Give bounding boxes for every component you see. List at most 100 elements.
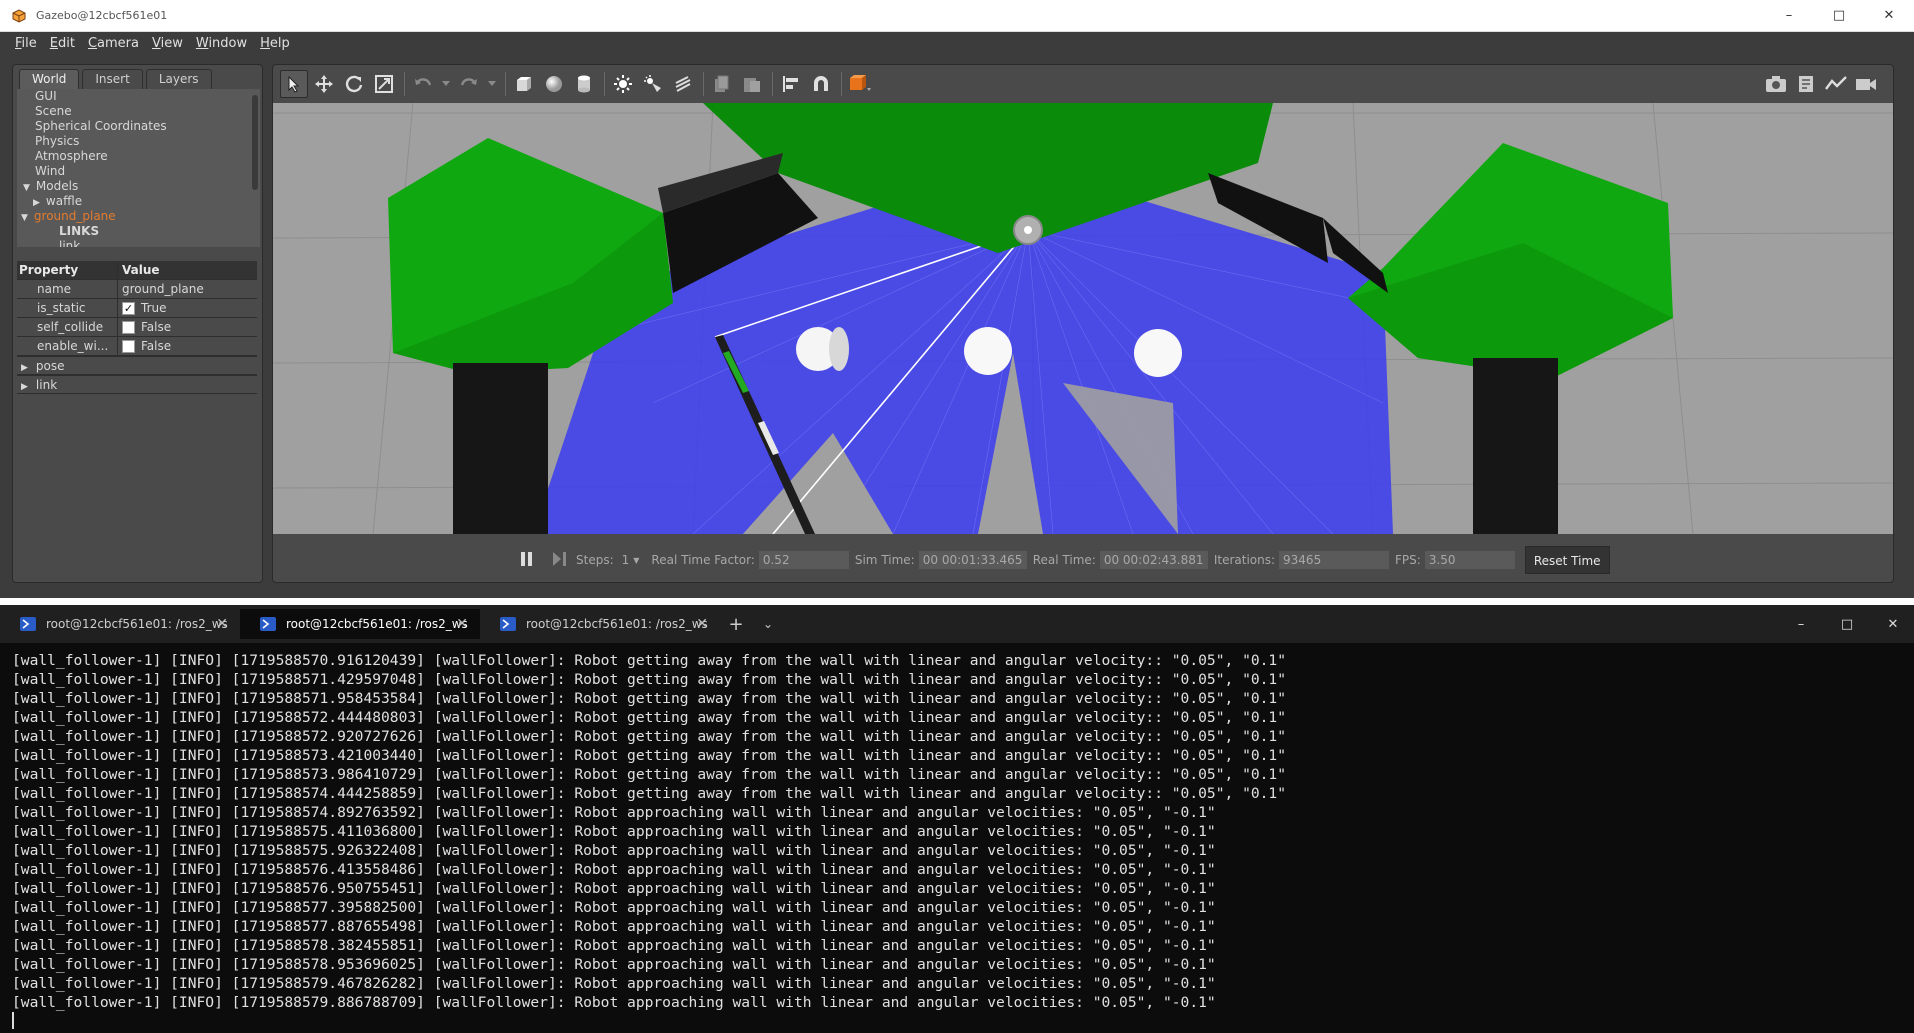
gazebo-app-icon [10, 7, 28, 25]
menu-help[interactable]: Help [255, 36, 298, 51]
close-tab-icon[interactable]: ✕ [216, 616, 228, 632]
terminal-minimize-button[interactable]: – [1778, 605, 1824, 643]
tree-item[interactable]: ▼ ground_plane [17, 209, 260, 224]
property-table: Property Value name ground_plane is_stat… [17, 260, 257, 394]
new-tab-button[interactable]: + [720, 614, 752, 635]
terminal-maximize-button[interactable]: □ [1824, 605, 1870, 643]
steps-dropdown-icon[interactable]: ▼ [633, 556, 639, 565]
tab-layers[interactable]: Layers [145, 69, 212, 89]
left-panel-tabs: World Insert Layers [19, 69, 215, 89]
expanded-arrow-icon[interactable]: ▼ [23, 183, 30, 193]
translate-mode-button[interactable] [310, 70, 338, 98]
group-label: pose [35, 358, 65, 373]
terminal-line: [wall_follower-1] [INFO] [1719588577.887… [12, 918, 1216, 935]
tree-item[interactable]: Scene [17, 104, 260, 119]
log-record-icon[interactable] [1792, 70, 1820, 98]
world-tree: GUI Scene Spherical Coordinates Physics Atmo… [17, 89, 260, 247]
tree-item[interactable]: GUI [17, 89, 260, 104]
tab-dropdown-icon[interactable]: ⌄ [752, 617, 784, 631]
tree-scrollbar[interactable] [252, 95, 258, 190]
toolbar-separator [505, 72, 506, 96]
is-static-checkbox[interactable]: ✓ [122, 301, 135, 315]
tree-item[interactable]: Atmosphere [17, 149, 260, 164]
align-icon[interactable] [777, 70, 805, 98]
plot-icon[interactable] [1822, 70, 1850, 98]
redo-button[interactable] [455, 70, 483, 98]
pause-button[interactable] [520, 551, 534, 570]
undo-history-icon[interactable] [439, 70, 453, 98]
menu-window[interactable]: Window [191, 36, 255, 51]
property-value[interactable]: ground_plane [117, 279, 257, 299]
terminal-line: [wall_follower-1] [INFO] [1719588576.950… [12, 880, 1216, 897]
tree-item-label: Models [35, 179, 79, 193]
toolbar-right-group [1762, 70, 1882, 98]
steps-spinner[interactable]: 1 [622, 553, 630, 567]
menu-camera[interactable]: Camera [83, 36, 147, 51]
property-value: False [117, 317, 257, 337]
redo-history-icon[interactable] [485, 70, 499, 98]
tree-item[interactable]: ▶ waffle [17, 194, 260, 209]
checkbox-label: True [141, 300, 167, 315]
spot-light-icon[interactable] [639, 70, 667, 98]
terminal-close-button[interactable]: ✕ [1870, 605, 1914, 643]
collapsed-arrow-icon[interactable]: ▶ [33, 198, 40, 208]
close-button[interactable]: ✕ [1864, 0, 1914, 32]
paste-icon[interactable] [738, 70, 766, 98]
step-icon[interactable] [552, 551, 568, 570]
tree-item[interactable]: Wind [17, 164, 260, 179]
cylinder-shape-icon[interactable] [570, 70, 598, 98]
toolbar-separator [404, 72, 405, 96]
property-name: name [37, 282, 72, 296]
undo-button[interactable] [409, 70, 437, 98]
property-group-link[interactable]: ▶ link [17, 375, 257, 394]
self-collide-checkbox[interactable] [122, 320, 135, 334]
point-light-icon[interactable] [609, 70, 637, 98]
property-name: self_collide [37, 320, 104, 334]
menu-edit[interactable]: Edit [45, 36, 83, 51]
3d-scene-viewport[interactable] [273, 103, 1893, 534]
tree-item[interactable]: link [17, 239, 260, 247]
copy-icon[interactable] [708, 70, 736, 98]
tree-item[interactable]: ▼ Models [17, 179, 260, 194]
view-angle-icon[interactable] [846, 70, 874, 98]
tree-item[interactable]: LINKS [17, 224, 260, 239]
terminal-tab[interactable]: root@12cbcf561e01: /ros2_ws ✕ [0, 609, 240, 639]
directional-light-icon[interactable] [669, 70, 697, 98]
enable-wind-checkbox[interactable] [122, 339, 135, 353]
terminal-line: [wall_follower-1] [INFO] [1719588571.429… [12, 671, 1286, 688]
window-title: Gazebo@12cbcf561e01 [36, 9, 168, 22]
minimize-button[interactable]: – [1764, 0, 1814, 32]
fps-label: FPS: [1395, 553, 1421, 567]
tree-item-label: Atmosphere [35, 149, 108, 163]
tree-item[interactable]: Spherical Coordinates [17, 119, 260, 134]
close-tab-icon[interactable]: ✕ [456, 616, 468, 632]
tree-item[interactable]: Physics [17, 134, 260, 149]
terminal-tab-label: root@12cbcf561e01: /ros2_ws [286, 617, 468, 631]
menu-file[interactable]: File [10, 36, 45, 51]
expanded-arrow-icon[interactable]: ▼ [21, 213, 28, 223]
reset-time-button[interactable]: Reset Time [1524, 546, 1610, 574]
tree-item-label: link [59, 239, 81, 247]
menu-view[interactable]: View [147, 36, 191, 51]
box-shape-icon[interactable] [510, 70, 538, 98]
property-row: name ground_plane [17, 279, 257, 299]
tab-world[interactable]: World [19, 69, 80, 89]
terminal-line: [wall_follower-1] [INFO] [1719588574.892… [12, 804, 1216, 821]
rotate-mode-button[interactable] [340, 70, 368, 98]
left-panel: World Insert Layers GUI Scene Spherical Co… [12, 64, 263, 583]
terminal-tab-active[interactable]: root@12cbcf561e01: /ros2_ws ✕ [240, 609, 480, 639]
real-time-label: Real Time: [1032, 553, 1096, 567]
tab-insert[interactable]: Insert [82, 69, 143, 89]
property-group-pose[interactable]: ▶ pose [17, 356, 257, 375]
sphere-shape-icon[interactable] [540, 70, 568, 98]
terminal-tab[interactable]: root@12cbcf561e01: /ros2_ws ✕ [480, 609, 720, 639]
terminal-line: [wall_follower-1] [INFO] [1719588579.886… [12, 994, 1216, 1011]
snap-magnet-icon[interactable] [807, 70, 835, 98]
close-tab-icon[interactable]: ✕ [696, 616, 708, 632]
scale-mode-button[interactable] [370, 70, 398, 98]
screenshot-camera-icon[interactable] [1762, 70, 1790, 98]
maximize-button[interactable]: □ [1814, 0, 1864, 32]
terminal-line: [wall_follower-1] [INFO] [1719588571.958… [12, 690, 1286, 707]
select-mode-button[interactable] [280, 70, 308, 98]
video-record-icon[interactable] [1852, 70, 1880, 98]
